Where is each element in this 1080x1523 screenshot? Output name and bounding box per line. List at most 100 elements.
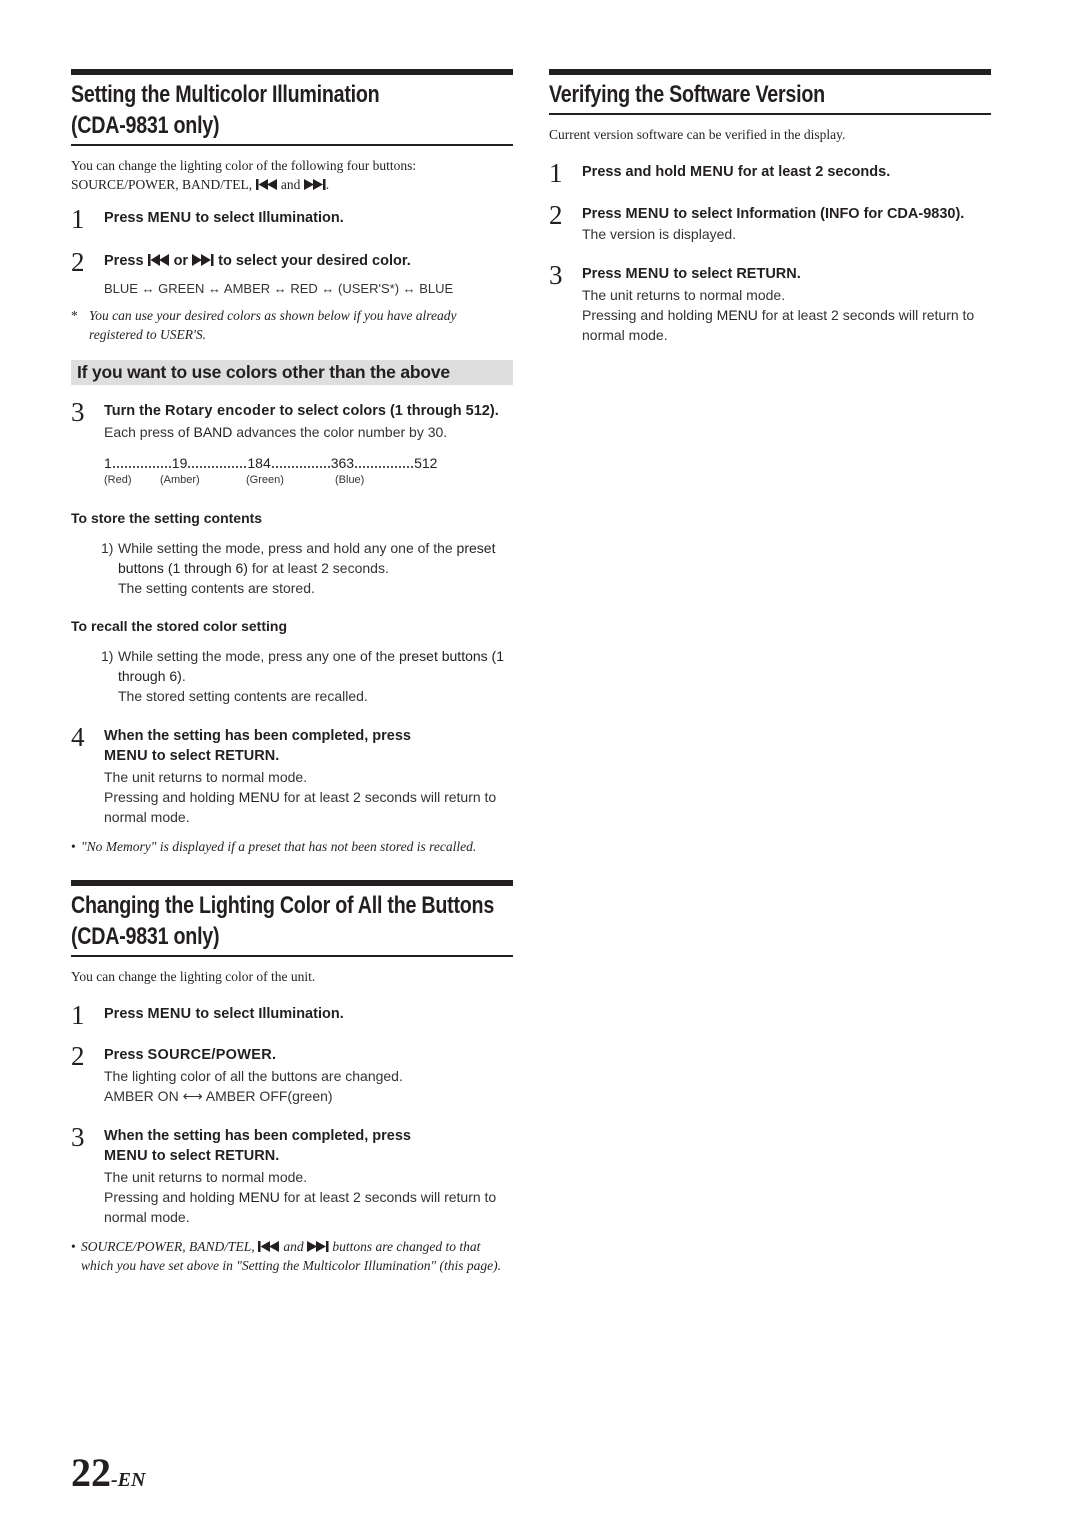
step-2-select-color: 2 Press or to select your desired color.… — [71, 247, 513, 299]
step-text: Press — [582, 266, 626, 282]
store-heading: To store the setting contents — [71, 509, 263, 526]
step-body: The version is displayed. — [582, 226, 737, 242]
step-body: The unit returns to normal mode. Pressin… — [104, 767, 513, 827]
section-title-line1: Changing the Lighting Color of All the B… — [71, 891, 495, 919]
scale-label: (Green) — [246, 473, 284, 486]
menu-keyword: MENU — [716, 306, 758, 323]
scale-dots — [112, 465, 171, 468]
step-number: 1 — [71, 999, 85, 1030]
substep-text: . — [181, 667, 186, 684]
body-text: advances the color number by 30. — [232, 423, 448, 440]
section-intro: You can change the lighting color of the… — [71, 156, 513, 194]
menu-keyword: MENU — [689, 164, 734, 180]
step-text: to select RETURN. — [147, 1148, 280, 1164]
section-header-software-version: Verifying the Software Version — [549, 69, 991, 115]
subsection-band-other-colors: If you want to use colors other than the… — [71, 360, 513, 385]
body-text: The unit returns to normal mode. — [104, 768, 308, 785]
body-text: Pressing and holding MENU for at least 2… — [582, 305, 991, 345]
section-title-line1: Setting the Multicolor Illumination — [71, 81, 380, 108]
step-title: When the setting has been completed, pre… — [104, 726, 513, 767]
step-title: Press MENU to select RETURN. — [582, 264, 991, 285]
skip-back-icon — [255, 179, 277, 190]
skip-back-icon — [258, 1240, 279, 1252]
page-number-value: 22 — [71, 1450, 111, 1495]
step-title: Press SOURCE/POWER. — [104, 1045, 513, 1066]
step-number: 3 — [549, 260, 563, 290]
step-3-return: 3 Press MENU to select RETURN. The unit … — [549, 260, 991, 345]
scale-label: (Red) — [104, 473, 132, 486]
substep-text: for at least 2 seconds. — [247, 559, 389, 576]
step-2-information: 2 Press MENU to select Information (INFO… — [549, 200, 991, 245]
step-text: to select Information (INFO for CDA-9830… — [669, 205, 965, 222]
step-title: Turn the Rotary encoder to select colors… — [104, 401, 513, 422]
skip-forward-icon — [307, 1240, 329, 1252]
source-power-keyword: SOURCE/POWER — [147, 1047, 272, 1063]
body-text: The lighting color of all the buttons ar… — [104, 1067, 403, 1084]
step-number: 3 — [71, 397, 85, 427]
bullet-mark: • — [71, 1238, 76, 1254]
step-text: Turn the — [104, 403, 165, 419]
bullet-text: and — [283, 1238, 304, 1254]
scale-value: 19 — [171, 454, 188, 471]
amber-toggle-text: AMBER ON ⟷ AMBER OFF(green) — [104, 1087, 333, 1104]
section-title-line2: (CDA-9831 only) — [71, 922, 220, 950]
menu-keyword: MENU — [147, 1005, 192, 1022]
section-header-all-buttons: Changing the Lighting Color of All the B… — [71, 879, 513, 957]
skip-forward-icon — [303, 179, 326, 190]
step-body: The unit returns to normal mode. Pressin… — [104, 1167, 513, 1227]
bullet-buttons-changed: • SOURCE/POWER, BAND/TEL, and buttons ar… — [71, 1237, 513, 1275]
body-text: Pressing and holding MENU for at least 2… — [104, 1187, 513, 1227]
step-3-return: 3 When the setting has been completed, p… — [71, 1122, 513, 1227]
step-text: to select Illumination. — [191, 1005, 344, 1022]
step-text: for at least 2 seconds. — [733, 164, 891, 180]
body-text: The unit returns to normal mode. — [104, 1168, 308, 1185]
step-1-hold-menu: 1 Press and hold MENU for at least 2 sec… — [549, 158, 991, 188]
substep-number: 1) — [101, 647, 114, 664]
menu-keyword: MENU — [625, 205, 670, 222]
body-text: Pressing and holding — [104, 788, 239, 805]
step-1-illumination: 1 Press MENU to select Illumination. — [71, 1000, 513, 1030]
menu-keyword: MENU — [147, 210, 192, 226]
rotary-keyword: Rotary encoder — [164, 403, 276, 419]
step-body: Each press of BAND advances the color nu… — [104, 422, 513, 442]
step-text: When the setting has been completed, pre… — [104, 1127, 411, 1144]
intro-and-text: and — [280, 177, 301, 192]
step-1-illumination: 1 Press MENU to select Illumination. — [71, 204, 513, 234]
scale-label: (Amber) — [160, 473, 200, 486]
step-number: 1 — [71, 204, 85, 234]
step-title: Press MENU to select Illumination. — [104, 1004, 513, 1025]
scale-value: 512 — [414, 454, 438, 471]
bullet-text: SOURCE/POWER, BAND/TEL, — [81, 1238, 255, 1254]
skip-forward-icon — [192, 253, 214, 266]
scale-dots — [355, 465, 414, 468]
section-title: Verifying the Software Version — [549, 81, 825, 108]
step-text: to select your desired color. — [214, 252, 411, 269]
substep-result: The setting contents are stored. — [118, 579, 315, 596]
step-text: . — [272, 1047, 277, 1063]
step-title: Press MENU to select Illumination. — [104, 208, 513, 229]
scale-value: 363 — [330, 454, 355, 471]
step-text: to select colors (1 through 512). — [275, 403, 499, 419]
section-header-multicolor: Setting the Multicolor Illumination (CDA… — [71, 69, 513, 146]
substep-result: The stored setting contents are recalled… — [118, 687, 368, 704]
step-3-rotary: 3 Turn the Rotary encoder to select colo… — [71, 397, 513, 442]
body-text: Pressing and holding — [104, 1188, 239, 1205]
intro-line2: SOURCE/POWER, BAND/TEL, and . — [71, 175, 513, 194]
substep-text: While setting the mode, press and hold a… — [118, 539, 457, 556]
bullet-no-memory: • "No Memory" is displayed if a preset t… — [71, 837, 513, 856]
color-number-scale: 1 19 184 363 512 (Red) (Amber) (Green) (… — [71, 454, 513, 492]
step-4-return: 4 When the setting has been completed, p… — [71, 722, 513, 827]
step-title: Press and hold MENU for at least 2 secon… — [582, 162, 991, 183]
store-step: 1) While setting the mode, press and hol… — [71, 538, 513, 598]
recall-heading: To recall the stored color setting — [71, 617, 288, 634]
intro-buttons-text: SOURCE/POWER, BAND/TEL, — [71, 177, 253, 192]
step-body: The unit returns to normal mode. Pressin… — [582, 285, 991, 345]
step-title: When the setting has been completed, pre… — [104, 1126, 513, 1167]
section-intro: Current version software can be verified… — [549, 127, 846, 142]
intro-line1: You can change the lighting color of the… — [71, 158, 417, 173]
step-2-source-power: 2 Press SOURCE/POWER. The lighting color… — [71, 1041, 513, 1106]
step-text: to select RETURN. — [669, 266, 801, 282]
body-text: Pressing and holding — [582, 306, 717, 323]
step-text: Press — [104, 252, 148, 269]
step-text: When the setting has been completed, pre… — [104, 727, 411, 744]
